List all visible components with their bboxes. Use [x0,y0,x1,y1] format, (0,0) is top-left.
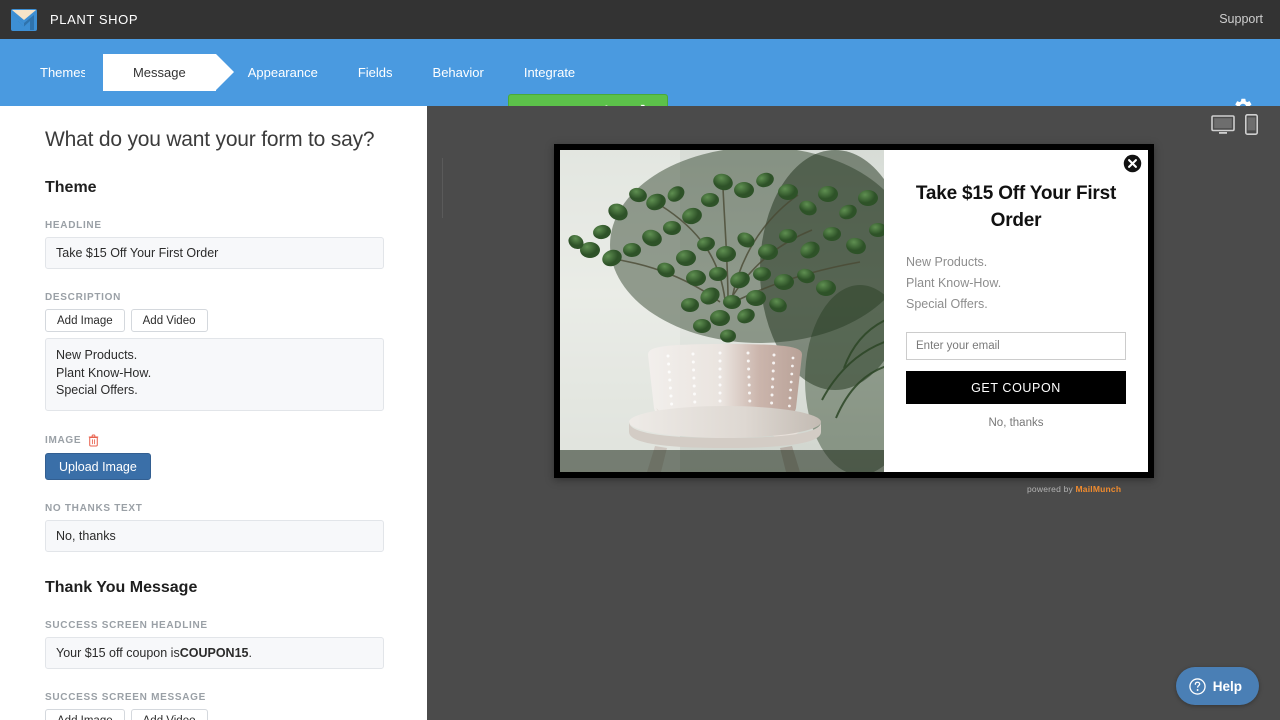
success-headline-coupon-code: COUPON15 [180,646,249,660]
step-behavior[interactable]: Behavior [413,39,504,106]
help-button[interactable]: Help [1176,667,1259,705]
step-label: Message [133,65,186,80]
success-headline-field-label: SUCCESS SCREEN HEADLINE [45,620,382,631]
popup-get-coupon-button[interactable]: GET COUPON [906,371,1126,404]
headline-field-label: HEADLINE [45,220,382,231]
popup-content: Take $15 Off Your First Order New Produc… [884,150,1148,472]
powered-by-prefix: powered by [1027,484,1076,494]
mobile-phone-icon[interactable] [1245,114,1258,135]
popup-headline: Take $15 Off Your First Order [906,180,1126,234]
description-field-label: DESCRIPTION [45,292,382,303]
theme-section-title: Theme [45,179,382,197]
success-message-field-label: SUCCESS SCREEN MESSAGE [45,692,382,703]
desktop-monitor-icon[interactable] [1211,115,1235,135]
image-field-label: IMAGE [45,434,382,447]
close-icon[interactable] [1123,154,1142,173]
top-bar: PLANT SHOP Support [0,0,1280,39]
image-label-text: IMAGE [45,435,81,446]
question-circle-icon [1189,678,1206,695]
no-thanks-field-label: NO THANKS TEXT [45,503,382,514]
step-label: Themes [40,65,87,80]
popup-no-thanks-link[interactable]: No, thanks [906,417,1126,429]
success-headline-input[interactable]: Your $15 off coupon is COUPON15. [45,637,384,669]
trash-icon[interactable] [88,434,99,447]
success-headline-label-text: SUCCESS SCREEN HEADLINE [45,620,208,631]
success-add-video-button[interactable]: Add Video [131,709,208,720]
upload-image-button[interactable]: Upload Image [45,453,151,480]
powered-by-brand: MailMunch [1076,484,1122,494]
wizard-steps: Themes Message Appearance Fields Behavio… [0,39,595,106]
no-thanks-input[interactable]: No, thanks [45,520,384,552]
message-editor-panel: What do you want your form to say? Theme… [0,106,427,720]
description-add-video-button[interactable]: Add Video [131,309,208,332]
success-add-image-button[interactable]: Add Image [45,709,125,720]
headline-label-text: HEADLINE [45,220,102,231]
step-label: Appearance [248,65,318,80]
page-title: What do you want your form to say? [45,128,382,152]
step-appearance[interactable]: Appearance [216,39,338,106]
form-preview-pane: Take $15 Off Your First Order New Produc… [427,106,1280,720]
app-logo[interactable] [0,0,48,39]
step-label: Behavior [433,65,484,80]
step-fields[interactable]: Fields [338,39,413,106]
step-label: Integrate [524,65,575,80]
popup-hero-image [560,150,884,472]
description-label-text: DESCRIPTION [45,292,121,303]
support-link[interactable]: Support [1219,12,1263,26]
help-button-label: Help [1213,679,1242,694]
popup-modal: Take $15 Off Your First Order New Produc… [554,144,1154,478]
description-textarea[interactable]: New Products. Plant Know-How. Special Of… [45,338,384,411]
description-add-image-button[interactable]: Add Image [45,309,125,332]
device-preview-toggles [1211,114,1258,135]
powered-by-label: powered by MailMunch [1027,484,1121,494]
popup-email-input[interactable]: Enter your email [906,332,1126,360]
success-headline-prefix: Your $15 off coupon is [56,646,180,660]
popup-description: New Products. Plant Know-How. Special Of… [906,252,1126,315]
jade-plant-photo [560,150,884,472]
no-thanks-label-text: NO THANKS TEXT [45,503,143,514]
wizard-nav-bar: Themes Message Appearance Fields Behavio… [0,39,1280,106]
mailmunch-envelope-m-logo-icon [11,9,37,31]
description-media-buttons: Add Image Add Video [45,309,382,332]
success-headline-suffix: . [249,646,252,660]
step-label: Fields [358,65,393,80]
thankyou-section-title: Thank You Message [45,579,382,597]
step-message[interactable]: Message [103,54,216,91]
success-message-media-buttons: Add Image Add Video [45,709,382,720]
headline-input[interactable]: Take $15 Off Your First Order [45,237,384,269]
success-message-label-text: SUCCESS SCREEN MESSAGE [45,692,206,703]
popup-preview: Take $15 Off Your First Order New Produc… [554,144,1154,478]
brand-title: PLANT SHOP [50,12,138,27]
pane-divider [442,158,443,218]
